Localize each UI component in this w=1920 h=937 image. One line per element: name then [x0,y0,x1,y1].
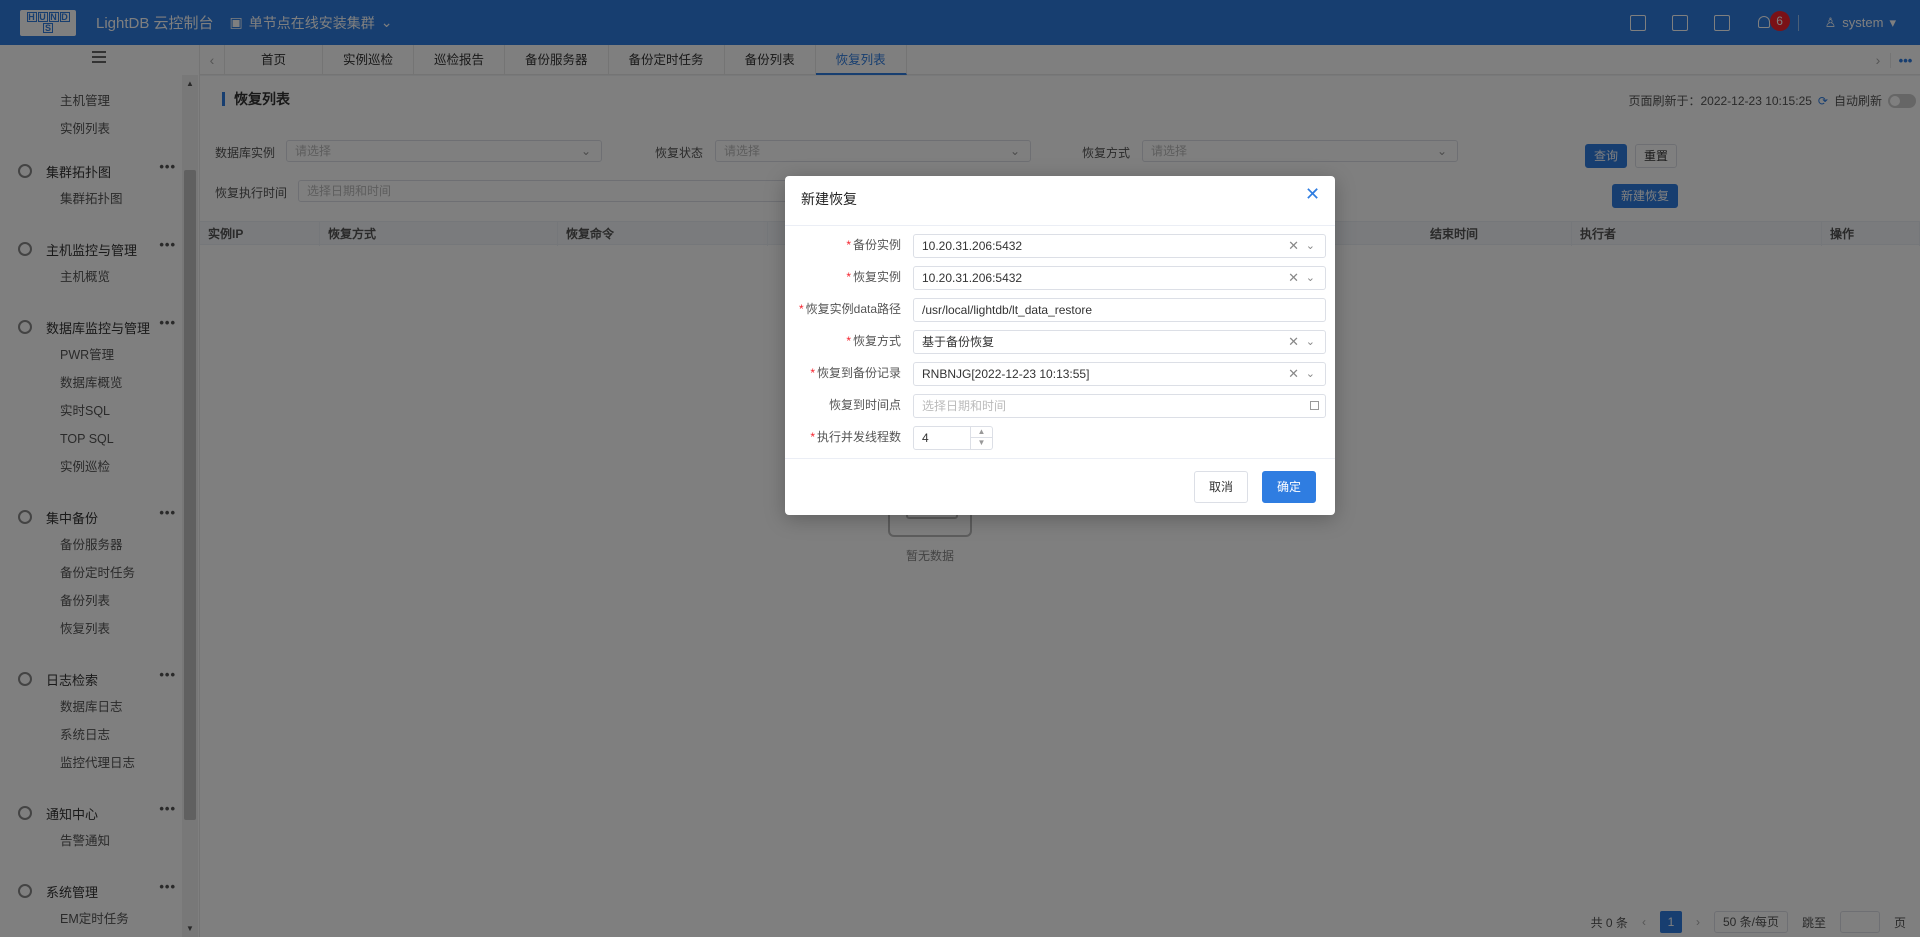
backup-record-select[interactable]: RNBNJG[2022-12-23 10:13:55] ✕ ⌄ [913,362,1326,386]
confirm-button[interactable]: 确定 [1262,471,1317,503]
clear-icon[interactable]: ✕ [1288,331,1299,353]
field-label: * 恢复实例 [846,270,901,284]
increment-icon[interactable]: ▲ [971,427,992,438]
restore-instance-select[interactable]: 10.20.31.206:5432 ✕ ⌄ [913,266,1326,290]
decrement-icon[interactable]: ▼ [971,438,992,449]
data-path-input[interactable]: /usr/local/lightdb/lt_data_restore [913,298,1326,322]
field-label: * 执行并发线程数 [810,430,901,444]
dialog-title: 新建恢复 [801,191,857,207]
divider [785,225,1335,226]
calendar-icon [1310,401,1319,410]
close-icon[interactable]: ✕ [1305,185,1321,203]
point-in-time-picker[interactable]: 选择日期和时间 [913,394,1326,418]
form-row-backup-instance: * 备份实例 10.20.31.206:5432 ✕ ⌄ [785,232,1335,258]
divider [785,458,1335,459]
threads-stepper[interactable]: 4 ▲ ▼ [913,426,993,450]
field-label: 恢复到时间点 [828,398,901,412]
field-label: * 恢复到备份记录 [810,366,901,380]
form-row-restore-instance: * 恢复实例 10.20.31.206:5432 ✕ ⌄ [785,264,1335,290]
chevron-down-icon: ⌄ [1305,368,1315,380]
clear-icon[interactable]: ✕ [1288,267,1299,289]
field-label: * 恢复实例data路径 [798,302,901,316]
form-row-point-in-time: 恢复到时间点 选择日期和时间 [785,392,1335,418]
field-label: * 恢复方式 [846,334,901,348]
chevron-down-icon: ⌄ [1305,336,1315,348]
cancel-button[interactable]: 取消 [1194,471,1249,503]
form-row-threads: * 执行并发线程数 4 ▲ ▼ [785,424,1335,450]
form-row-backup-record: * 恢复到备份记录 RNBNJG[2022-12-23 10:13:55] ✕ ⌄ [785,360,1335,386]
restore-method-select[interactable]: 基于备份恢复 ✕ ⌄ [913,330,1326,354]
chevron-down-icon: ⌄ [1305,272,1315,284]
form-row-restore-method: * 恢复方式 基于备份恢复 ✕ ⌄ [785,328,1335,354]
field-label: * 备份实例 [846,238,901,252]
form-row-data-path: * 恢复实例data路径 /usr/local/lightdb/lt_data_r… [785,296,1335,322]
new-restore-dialog: 新建恢复 ✕ * 备份实例 10.20.31.206:5432 ✕ ⌄ * 恢复实例 1… [785,176,1335,515]
chevron-down-icon: ⌄ [1305,240,1315,252]
backup-instance-select[interactable]: 10.20.31.206:5432 ✕ ⌄ [913,234,1326,258]
clear-icon[interactable]: ✕ [1288,363,1299,385]
clear-icon[interactable]: ✕ [1288,235,1299,257]
